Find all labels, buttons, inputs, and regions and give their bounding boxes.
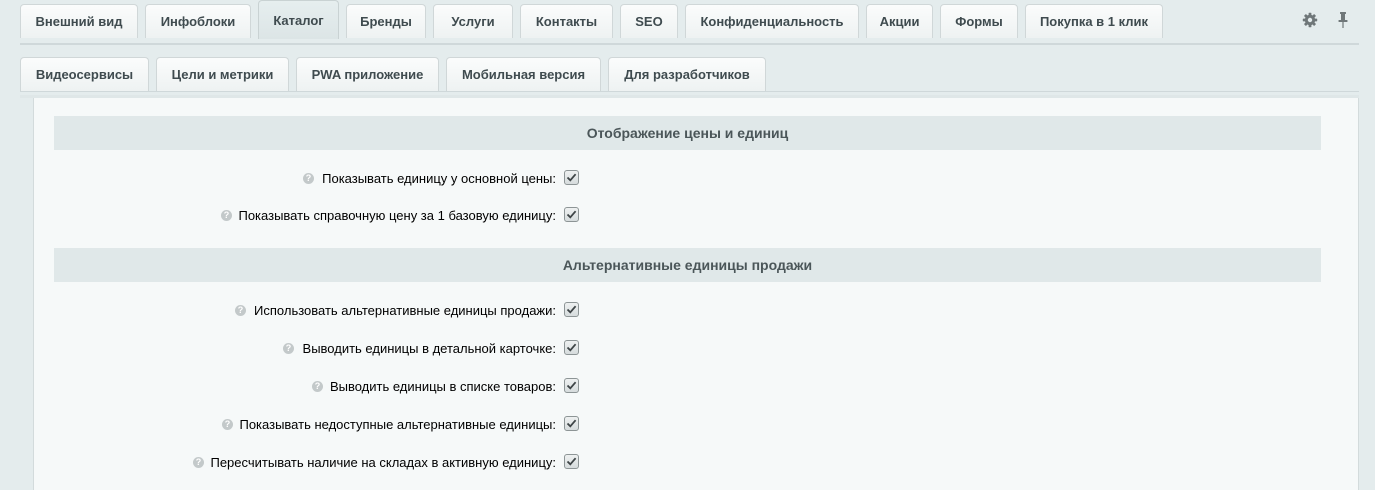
checkmark-icon <box>566 457 577 466</box>
option-label: Показывать справочную цену за 1 базовую … <box>238 208 556 223</box>
settings-panel: Отображение цены и единиц ? Показывать е… <box>33 98 1359 490</box>
checkmark-icon <box>566 305 577 314</box>
tab-privacy[interactable]: Конфиденциальность <box>685 4 859 38</box>
section-header-alt-units: Альтернативные единицы продажи <box>54 248 1321 282</box>
checkbox-checked[interactable] <box>564 416 579 431</box>
checkbox-checked[interactable] <box>564 170 579 185</box>
checkbox-checked[interactable] <box>564 378 579 393</box>
sub-tab-divider <box>20 91 1359 92</box>
checkmark-icon <box>566 343 577 352</box>
checkbox-checked[interactable] <box>564 207 579 222</box>
sub-tab-bar: Видеосервисы Цели и метрики PWA приложен… <box>20 57 773 91</box>
tab-for-developers[interactable]: Для разработчиков <box>608 57 766 91</box>
gear-icon[interactable] <box>1301 11 1319 29</box>
top-tab-bar: Внешний вид Инфоблоки Каталог Бренды Усл… <box>20 0 1170 39</box>
tab-pwa-app[interactable]: PWA приложение <box>296 57 439 91</box>
checkbox-checked[interactable] <box>564 340 579 355</box>
help-icon[interactable]: ? <box>193 457 204 468</box>
option-row: ? Показывать недоступные альтернативные … <box>34 415 634 435</box>
option-row: ? Показывать единицу у основной цены: <box>34 169 634 189</box>
tab-forms[interactable]: Формы <box>940 4 1018 38</box>
help-icon[interactable]: ? <box>303 173 314 184</box>
tab-bar-divider <box>20 43 1359 45</box>
help-icon[interactable]: ? <box>312 381 323 392</box>
checkmark-icon <box>566 173 577 182</box>
help-icon[interactable]: ? <box>221 210 232 221</box>
option-label: Пересчитывать наличие на складах в актив… <box>210 455 556 470</box>
option-row: ? Использовать альтернативные единицы пр… <box>34 301 634 321</box>
option-label: Выводить единицы в списке товаров: <box>329 379 556 394</box>
checkbox-checked[interactable] <box>564 302 579 317</box>
option-row: ? Пересчитывать наличие на складах в акт… <box>34 453 634 473</box>
option-row: ? Показывать справочную цену за 1 базову… <box>34 206 634 226</box>
option-label: Использовать альтернативные единицы прод… <box>254 303 556 318</box>
option-label: Показывать недоступные альтернативные ед… <box>239 417 556 432</box>
tab-brands[interactable]: Бренды <box>346 4 426 38</box>
tab-services[interactable]: Услуги <box>433 4 513 38</box>
pin-icon[interactable] <box>1334 11 1352 29</box>
help-icon[interactable]: ? <box>235 305 246 316</box>
tab-promotions[interactable]: Акции <box>866 4 933 38</box>
help-icon[interactable]: ? <box>283 343 294 354</box>
tab-infoblocks[interactable]: Инфоблоки <box>145 4 251 38</box>
section-header-price-units: Отображение цены и единиц <box>54 116 1321 150</box>
tab-seo[interactable]: SEO <box>620 4 678 38</box>
option-label: Выводить единицы в детальной карточке: <box>302 341 556 356</box>
checkbox-checked[interactable] <box>564 454 579 469</box>
checkmark-icon <box>566 381 577 390</box>
option-row: ? Выводить единицы в детальной карточке: <box>34 339 634 359</box>
checkmark-icon <box>566 419 577 428</box>
tab-catalog[interactable]: Каталог <box>258 0 339 39</box>
checkmark-icon <box>566 210 577 219</box>
tab-video-services[interactable]: Видеосервисы <box>20 57 149 91</box>
tab-one-click-buy[interactable]: Покупка в 1 клик <box>1025 4 1163 38</box>
help-icon[interactable]: ? <box>222 419 233 430</box>
tab-goals-metrics[interactable]: Цели и метрики <box>156 57 289 91</box>
tab-contacts[interactable]: Контакты <box>520 4 613 38</box>
tab-mobile-version[interactable]: Мобильная версия <box>446 57 601 91</box>
option-label: Показывать единицу у основной цены: <box>322 171 556 186</box>
tab-appearance[interactable]: Внешний вид <box>20 4 138 38</box>
option-row: ? Выводить единицы в списке товаров: <box>34 377 634 397</box>
